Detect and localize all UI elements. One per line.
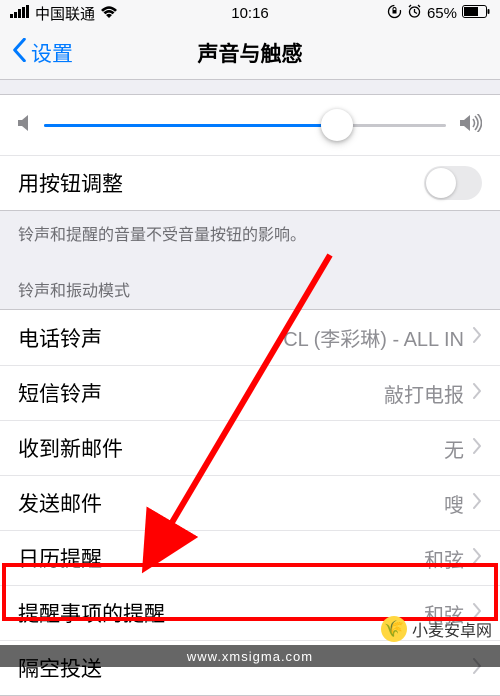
row-value: 和弦 bbox=[424, 544, 482, 573]
rotation-lock-icon bbox=[387, 4, 402, 23]
settings-row[interactable]: 短信铃声 敲打电报 bbox=[0, 365, 500, 420]
row-label: 发送邮件 bbox=[18, 488, 102, 518]
volume-low-icon bbox=[18, 114, 30, 137]
chevron-right-icon bbox=[472, 492, 482, 515]
watermark-brand: 小麦安卓网 bbox=[412, 617, 492, 641]
row-value: 敲打电报 bbox=[384, 379, 482, 408]
watermark-logo: 🌾 小麦安卓网 bbox=[381, 616, 492, 642]
wifi-icon bbox=[100, 5, 118, 22]
volume-slider-row bbox=[0, 95, 500, 155]
row-label: 电话铃声 bbox=[18, 323, 102, 353]
row-label: 短信铃声 bbox=[18, 378, 102, 408]
wheat-icon: 🌾 bbox=[381, 616, 407, 642]
settings-row[interactable]: 电话铃声 CL (李彩琳) - ALL IN bbox=[0, 310, 500, 365]
nav-bar: 设置 声音与触感 bbox=[0, 26, 500, 80]
settings-row[interactable]: 发送邮件 嗖 bbox=[0, 475, 500, 530]
chevron-right-icon bbox=[472, 547, 482, 570]
chevron-right-icon bbox=[472, 437, 482, 460]
row-value: CL (李彩琳) - ALL IN bbox=[283, 323, 482, 352]
page-title: 声音与触感 bbox=[198, 38, 303, 68]
row-label: 收到新邮件 bbox=[18, 433, 123, 463]
chevron-left-icon bbox=[12, 38, 27, 68]
battery-pct: 65% bbox=[427, 5, 457, 22]
button-adjust-row[interactable]: 用按钮调整 bbox=[0, 155, 500, 210]
row-label: 提醒事项的提醒 bbox=[18, 598, 165, 628]
volume-slider[interactable] bbox=[44, 124, 446, 127]
volume-section: 用按钮调整 bbox=[0, 94, 500, 211]
row-value: 嗖 bbox=[444, 489, 482, 518]
back-label: 设置 bbox=[31, 38, 73, 68]
battery-icon bbox=[462, 5, 490, 22]
back-button[interactable]: 设置 bbox=[12, 38, 73, 68]
settings-row[interactable]: 收到新邮件 无 bbox=[0, 420, 500, 475]
volume-high-icon bbox=[460, 114, 482, 137]
status-bar: 中国联通 10:16 65% bbox=[0, 0, 500, 26]
carrier-label: 中国联通 bbox=[35, 3, 95, 24]
row-label: 日历提醒 bbox=[18, 543, 102, 573]
chevron-right-icon bbox=[472, 382, 482, 405]
section-footer: 铃声和提醒的音量不受音量按钮的影响。 bbox=[0, 211, 500, 267]
signal-icon bbox=[10, 5, 30, 22]
chevron-right-icon bbox=[472, 326, 482, 349]
status-time: 10:16 bbox=[231, 5, 269, 22]
settings-row[interactable]: 日历提醒 和弦 bbox=[0, 530, 500, 585]
section-header: 铃声和振动模式 bbox=[0, 267, 500, 309]
toggle-switch[interactable] bbox=[424, 166, 482, 200]
watermark-url: www.xmsigma.com bbox=[0, 645, 500, 667]
row-label: 用按钮调整 bbox=[18, 168, 123, 198]
slider-thumb[interactable] bbox=[321, 109, 353, 141]
alarm-icon bbox=[407, 4, 422, 23]
row-value: 无 bbox=[444, 434, 482, 463]
